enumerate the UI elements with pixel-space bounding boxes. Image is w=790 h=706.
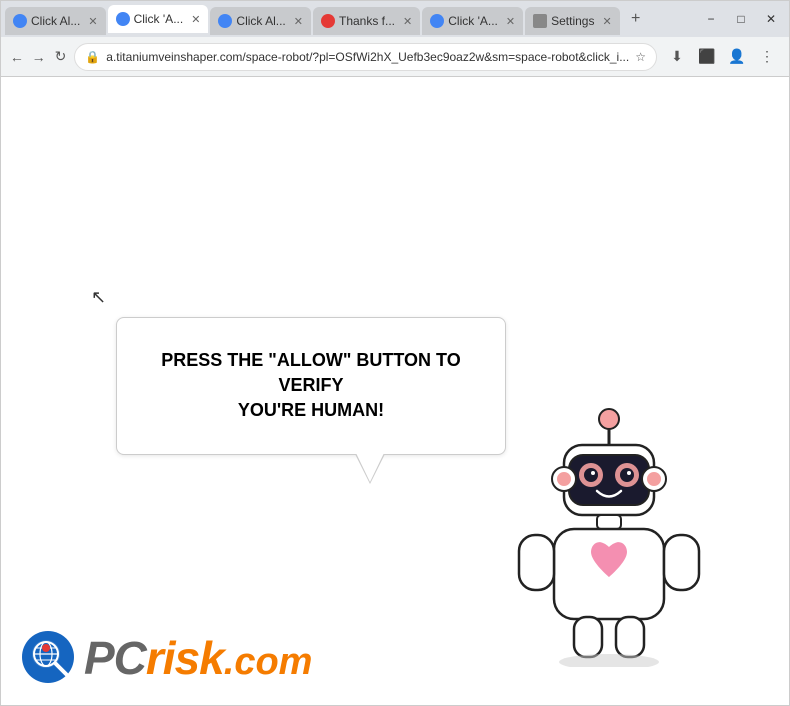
bubble-line1: PRESS THE "ALLOW" BUTTON TO VERIFY xyxy=(161,350,460,395)
toolbar-icons: ⬇ ⬛ 👤 ⋮ xyxy=(663,43,781,71)
pcrisk-logo: PC risk .com xyxy=(21,630,312,685)
risk-text: risk xyxy=(146,631,224,685)
pc-text: PC xyxy=(84,631,146,685)
download-icon[interactable]: ⬇ xyxy=(663,43,691,71)
tab-5-close[interactable]: ✕ xyxy=(506,15,515,28)
pcrisk-icon xyxy=(21,630,76,685)
mouse-cursor: ↖ xyxy=(91,287,106,308)
tab-1-favicon xyxy=(13,14,27,28)
tab-4[interactable]: Thanks f... ✕ xyxy=(313,7,420,35)
url-bar[interactable]: 🔒 a.titaniumveinshaper.com/space-robot/?… xyxy=(74,43,657,71)
bubble-text: PRESS THE "ALLOW" BUTTON TO VERIFY YOU'R… xyxy=(147,348,475,424)
pcrisk-text: PC risk .com xyxy=(84,631,312,685)
forward-button[interactable]: → xyxy=(31,43,47,71)
speech-bubble: PRESS THE "ALLOW" BUTTON TO VERIFY YOU'R… xyxy=(116,317,506,455)
bubble-line2: YOU'RE HUMAN! xyxy=(238,400,384,420)
tab-1-close[interactable]: ✕ xyxy=(88,15,97,28)
url-text: a.titaniumveinshaper.com/space-robot/?pl… xyxy=(106,50,629,64)
tab-4-label: Thanks f... xyxy=(339,14,395,28)
tab-3-close[interactable]: ✕ xyxy=(294,15,303,28)
close-button[interactable]: ✕ xyxy=(757,8,785,30)
dotcom-text: .com xyxy=(224,641,313,684)
tab-3-favicon xyxy=(218,14,232,28)
tab-2-close[interactable]: ✕ xyxy=(191,13,200,26)
reload-button[interactable]: ↻ xyxy=(53,43,69,71)
tab-5-favicon xyxy=(430,14,444,28)
window-controls: − □ ✕ xyxy=(697,8,785,30)
maximize-button[interactable]: □ xyxy=(727,8,755,30)
menu-icon[interactable]: ⋮ xyxy=(753,43,781,71)
address-bar: ← → ↻ 🔒 a.titaniumveinshaper.com/space-r… xyxy=(1,37,789,77)
tab-5-label: Click 'A... xyxy=(448,14,498,28)
profile-icon[interactable]: 👤 xyxy=(723,43,751,71)
add-tab-button[interactable]: + xyxy=(622,5,650,33)
tab-6-label: Settings xyxy=(551,14,594,28)
tab-6-favicon xyxy=(533,14,547,28)
back-button[interactable]: ← xyxy=(9,43,25,71)
tab-2-label: Click 'A... xyxy=(134,12,184,26)
bookmark-icon[interactable]: ☆ xyxy=(635,50,646,64)
title-bar: Click Al... ✕ Click 'A... ✕ Click Al... … xyxy=(1,1,789,37)
tab-1[interactable]: Click Al... ✕ xyxy=(5,7,106,35)
extensions-icon[interactable]: ⬛ xyxy=(693,43,721,71)
tab-6[interactable]: Settings ✕ xyxy=(525,7,620,35)
tab-2[interactable]: Click 'A... ✕ xyxy=(108,5,209,33)
tab-4-favicon xyxy=(321,14,335,28)
tab-2-favicon xyxy=(116,12,130,26)
tab-5[interactable]: Click 'A... ✕ xyxy=(422,7,523,35)
tab-6-close[interactable]: ✕ xyxy=(602,15,611,28)
url-security-icon: 🔒 xyxy=(85,50,100,64)
minimize-button[interactable]: − xyxy=(697,8,725,30)
robot-illustration xyxy=(509,407,709,667)
tab-4-close[interactable]: ✕ xyxy=(403,15,412,28)
tab-3[interactable]: Click Al... ✕ xyxy=(210,7,311,35)
page-content: ↖ PRESS THE "ALLOW" BUTTON TO VERIFY YOU… xyxy=(1,77,789,705)
tab-3-label: Click Al... xyxy=(236,14,285,28)
tab-1-label: Click Al... xyxy=(31,14,80,28)
browser-frame: Click Al... ✕ Click 'A... ✕ Click Al... … xyxy=(0,0,790,706)
